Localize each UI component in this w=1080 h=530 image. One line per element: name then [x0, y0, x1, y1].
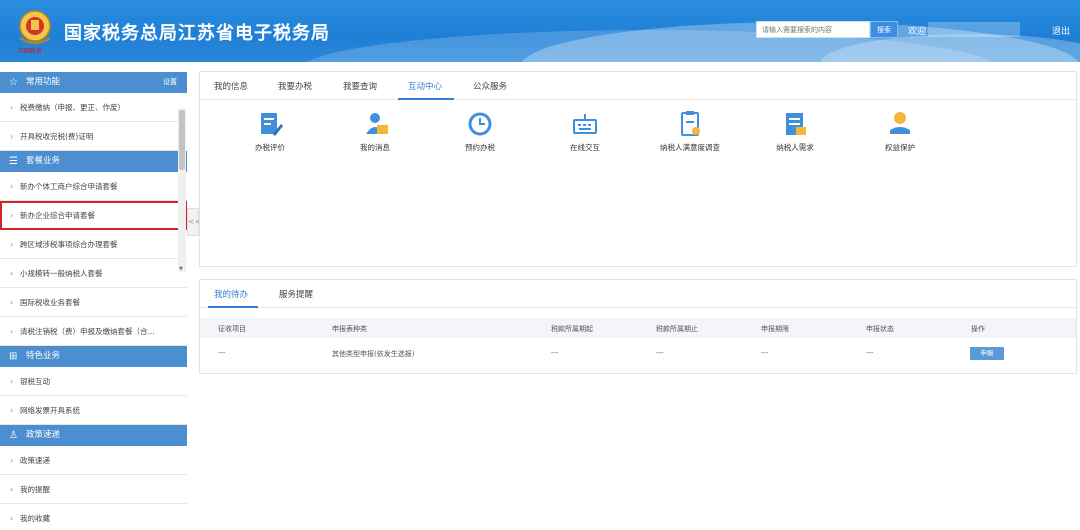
func-appointment[interactable]: 预约办税: [440, 110, 520, 153]
sidebar: ☆ 常用功能 设置 税费缴纳（申报、更正、作废） 开具税收完税(费)证明 ☰ 套…: [0, 72, 187, 530]
sidebar-item[interactable]: 小规模转一般纳税人套餐: [0, 259, 187, 288]
column-header: 征收项目: [218, 325, 246, 333]
func-label: 权益保护: [885, 143, 915, 152]
tab-tax-handling[interactable]: 我要办税: [278, 80, 312, 92]
welcome-label: 欢迎: [908, 27, 927, 37]
search-button[interactable]: 搜索: [870, 21, 898, 38]
star-icon: ☆: [9, 77, 18, 88]
func-label: 纳税人需求: [776, 143, 814, 152]
func-label: 纳税人满意度调查: [660, 143, 720, 152]
func-rights[interactable]: 权益保护: [860, 110, 940, 153]
stack-icon: ☰: [9, 156, 18, 167]
table-cell: 其他类型申报(依发生选报): [332, 350, 415, 358]
table-cell: ---: [656, 349, 664, 357]
rights-icon: [890, 112, 910, 134]
sidebar-item[interactable]: 网络发票开具系统: [0, 396, 187, 425]
tab-query[interactable]: 我要查询: [343, 80, 377, 92]
sidebar-scrollbar[interactable]: ▼: [178, 108, 186, 272]
func-label: 我的消息: [360, 143, 390, 152]
sidebar-item[interactable]: 税费缴纳（申报、更正、作废）: [0, 93, 187, 122]
sidebar-item[interactable]: 银税互动: [0, 367, 187, 396]
column-header: 税款所属期止: [656, 325, 698, 333]
sidebar-section-common[interactable]: ☆ 常用功能 设置: [0, 72, 187, 93]
sidebar-item[interactable]: 清税注销税（费）申报及缴纳套餐（合...: [0, 317, 187, 346]
sidebar-item[interactable]: 我的提醒: [0, 475, 187, 504]
logo-text: 中国税务: [18, 48, 43, 55]
tab-interaction-center[interactable]: 互动中心: [408, 80, 442, 92]
sidebar-item[interactable]: 开具税收完税(费)证明: [0, 122, 187, 151]
collapse-sidebar-button[interactable]: <<: [187, 208, 201, 236]
sidebar-section-package[interactable]: ☰ 套餐业务: [0, 151, 187, 172]
sidebar-item[interactable]: 国际税收业务套餐: [0, 288, 187, 317]
func-satisfaction[interactable]: 纳税人满意度调查: [650, 110, 730, 153]
func-label: 办税评价: [255, 143, 285, 152]
table-cell: ---: [218, 349, 226, 357]
tab-my-info[interactable]: 我的信息: [214, 80, 248, 92]
bottom-tab-bar: 我的待办 服务提醒: [200, 280, 1076, 308]
settings-link[interactable]: 设置: [163, 72, 177, 93]
sidebar-section-title: 政策速递: [26, 430, 61, 440]
active-tab-indicator: [208, 306, 258, 308]
declare-button[interactable]: 申报: [970, 347, 1004, 360]
func-needs[interactable]: 纳税人需求: [755, 110, 835, 153]
interaction-panel: 我的信息 我要办税 我要查询 互动中心 公众服务 办税评价 我的消息 预约办税: [199, 71, 1077, 267]
sidebar-section-policy[interactable]: ♙ 政策速递: [0, 425, 187, 446]
func-label: 预约办税: [465, 143, 495, 152]
sidebar-item[interactable]: 新办个体工商户综合申请套餐: [0, 172, 187, 201]
grid-icon: ⊞: [9, 351, 18, 362]
tab-public-service[interactable]: 公众服务: [473, 80, 507, 92]
tab-service-reminder[interactable]: 服务提醒: [279, 288, 313, 300]
sidebar-item-highlighted[interactable]: 新办企业综合申请套餐: [0, 201, 187, 230]
username-redacted: [928, 22, 1020, 37]
column-header: 申报状态: [866, 325, 894, 333]
request-icon: [786, 113, 806, 135]
scroll-down-icon[interactable]: ▼: [179, 266, 183, 272]
sidebar-item[interactable]: 政策速递: [0, 446, 187, 475]
message-icon: [366, 113, 388, 134]
table-cell: ---: [551, 349, 559, 357]
sidebar-section-special[interactable]: ⊞ 特色业务: [0, 346, 187, 367]
table-cell: ---: [866, 349, 874, 357]
search-input[interactable]: [756, 21, 870, 38]
sidebar-item[interactable]: 跨区域涉税事项综合办理套餐: [0, 230, 187, 259]
keyboard-icon: [573, 114, 597, 134]
column-header: 操作: [971, 325, 985, 333]
active-tab-indicator: [398, 98, 454, 100]
tab-my-todo[interactable]: 我的待办: [214, 288, 248, 300]
column-header: 税款所属期起: [551, 325, 593, 333]
sidebar-section-title: 套餐业务: [26, 156, 61, 166]
sidebar-item[interactable]: 我的收藏: [0, 504, 187, 530]
user-icon: ♙: [9, 430, 18, 441]
clock-icon: [468, 112, 492, 136]
scrollbar-thumb[interactable]: [179, 110, 185, 170]
column-header: 申报期限: [761, 325, 789, 333]
column-header: 申报表种类: [332, 325, 367, 333]
evaluation-icon: [261, 113, 283, 136]
tax-emblem-icon: [19, 10, 51, 44]
top-tab-bar: 我的信息 我要办税 我要查询 互动中心 公众服务: [200, 72, 1076, 100]
func-label: 在线交互: [570, 143, 600, 152]
func-messages[interactable]: 我的消息: [335, 110, 415, 153]
table-cell: ---: [761, 349, 769, 357]
sidebar-section-title: 常用功能: [26, 77, 61, 87]
table-header: 征收项目 申报表种类 税款所属期起 税款所属期止 申报期限 申报状态 操作: [200, 318, 1076, 338]
logout-link[interactable]: 退出: [1052, 24, 1070, 37]
func-online[interactable]: 在线交互: [545, 110, 625, 153]
func-evaluation[interactable]: 办税评价: [230, 110, 310, 153]
sidebar-section-title: 特色业务: [26, 351, 61, 361]
header-banner: 中国税务 国家税务总局江苏省电子税务局 搜索 欢迎 退出: [0, 0, 1080, 62]
todo-panel: 我的待办 服务提醒 征收项目 申报表种类 税款所属期起 税款所属期止 申报期限 …: [199, 279, 1077, 374]
survey-icon: [681, 111, 700, 136]
table-row: --- 其他类型申报(依发生选报) --- --- --- --- 申报: [200, 343, 1076, 363]
site-title: 国家税务总局江苏省电子税务局: [64, 23, 330, 44]
